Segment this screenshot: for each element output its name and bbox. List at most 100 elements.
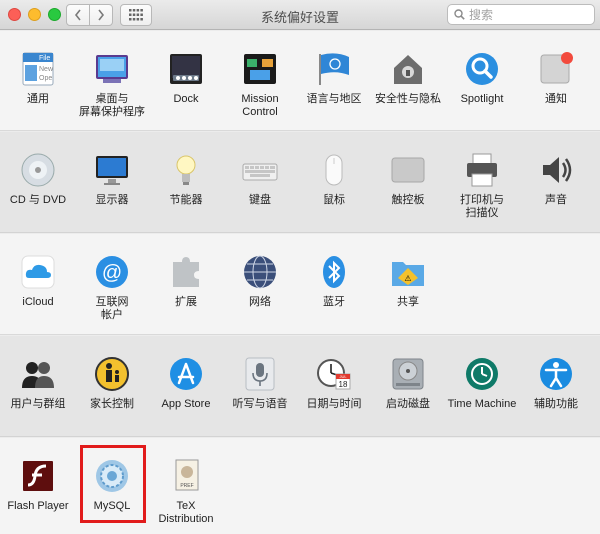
lightbulb-icon (168, 152, 204, 188)
pane-network[interactable]: 网络 (222, 254, 298, 309)
pane-internet-accounts[interactable]: @ 互联网 帐户 (74, 254, 150, 322)
pane-sound[interactable]: 声音 (518, 152, 594, 207)
bluetooth-icon (316, 254, 352, 290)
section-hardware: CD 与 DVD 显示器 节能器 键盘 鼠标 触控板 打印机与 扫描仪 声音 (0, 132, 600, 233)
globe-icon (242, 254, 278, 290)
search-placeholder: 搜索 (469, 8, 494, 22)
display-icon (94, 152, 130, 188)
svg-text:⚠: ⚠ (404, 274, 411, 283)
pane-language-region[interactable]: 语言与地区 (296, 51, 372, 106)
pane-label: 用户与群组 (10, 398, 66, 410)
pane-label: 通用 (27, 93, 49, 105)
search-icon (454, 9, 465, 20)
pane-mouse[interactable]: 鼠标 (296, 152, 372, 207)
pane-dock[interactable]: Dock (148, 51, 224, 106)
pane-label: 安全性与隐私 (375, 93, 441, 105)
pane-energy[interactable]: 节能器 (148, 152, 224, 207)
pane-label: Mission Control (241, 93, 279, 118)
pane-displays[interactable]: 显示器 (74, 152, 150, 207)
pane-general[interactable]: File New Ope 通用 (0, 51, 76, 106)
pane-keyboard[interactable]: 键盘 (222, 152, 298, 207)
pane-label: 辅助功能 (534, 398, 578, 410)
pane-printers[interactable]: 打印机与 扫描仪 (444, 152, 520, 220)
pane-startup-disk[interactable]: 启动磁盘 (370, 356, 446, 411)
at-icon: @ (94, 254, 130, 290)
calendar-month-text: JUL (339, 374, 347, 379)
pane-label: TeX Distribution (158, 500, 214, 525)
disc-icon (20, 152, 56, 188)
pane-label: 互联网 帐户 (95, 296, 129, 321)
pane-label: 语言与地区 (306, 93, 362, 105)
keyboard-icon (242, 152, 278, 188)
pane-desktop[interactable]: 桌面与 屏幕保护程序 (74, 51, 150, 119)
users-icon (20, 356, 56, 392)
mission-control-icon (242, 51, 278, 87)
speaker-icon (538, 152, 574, 188)
pane-bluetooth[interactable]: 蓝牙 (296, 254, 372, 309)
pane-label: 打印机与 扫描仪 (460, 194, 504, 219)
pane-app-store[interactable]: App Store (148, 356, 224, 411)
pane-label: 节能器 (169, 194, 203, 206)
pane-label: 通知 (545, 93, 567, 105)
pane-accessibility[interactable]: 辅助功能 (518, 356, 594, 411)
pane-notifications[interactable]: 通知 (518, 51, 594, 106)
pane-flash-player[interactable]: Flash Player (0, 458, 76, 513)
pane-time-machine[interactable]: Time Machine (444, 356, 520, 411)
pane-label: Time Machine (447, 398, 517, 410)
pane-label: 桌面与 屏幕保护程序 (79, 93, 145, 118)
calendar-day-text: 18 (339, 380, 348, 389)
pane-users-groups[interactable]: 用户与群组 (0, 356, 76, 411)
pane-parental-controls[interactable]: 家长控制 (74, 356, 150, 411)
notification-icon (538, 51, 574, 87)
pane-security[interactable]: 安全性与隐私 (370, 51, 446, 106)
pane-label: 鼠标 (323, 194, 345, 206)
svg-text:@: @ (102, 262, 122, 284)
general-new-text: New (39, 66, 54, 73)
forward-button[interactable] (89, 4, 113, 26)
trackpad-icon (390, 152, 426, 188)
desktop-screensaver-icon (94, 51, 130, 87)
puzzle-icon (168, 254, 204, 290)
pane-dictation-speech[interactable]: 听写与语音 (222, 356, 298, 411)
zoom-button[interactable] (48, 8, 61, 21)
pane-tex-distribution[interactable]: PREF TeX Distribution (148, 458, 224, 526)
mysql-highlight-box (80, 445, 146, 523)
section-system: 用户与群组 家长控制 App Store 听写与语音 JUL 18 日期与时间 启… (0, 336, 600, 437)
pane-trackpad[interactable]: 触控板 (370, 152, 446, 207)
flag-icon (316, 51, 352, 87)
pane-label: 网络 (249, 296, 271, 308)
pane-mission-control[interactable]: Mission Control (222, 51, 298, 119)
time-machine-icon (464, 356, 500, 392)
pane-extensions[interactable]: 扩展 (148, 254, 224, 309)
pane-sharing[interactable]: ⚠ 共享 (370, 254, 446, 309)
pane-label: 触控板 (391, 194, 425, 206)
search-input[interactable]: 搜索 (447, 4, 595, 25)
section-personal: File New Ope 通用 桌面与 屏幕保护程序 Dock Mission Co… (0, 31, 600, 131)
chevron-left-icon (74, 9, 81, 21)
show-all-button[interactable] (120, 4, 152, 26)
minimize-button[interactable] (28, 8, 41, 21)
parental-icon (94, 356, 130, 392)
pane-label: 显示器 (95, 194, 129, 206)
pane-label: 扩展 (175, 296, 197, 308)
chevron-right-icon (98, 9, 105, 21)
printer-icon (464, 152, 500, 188)
spotlight-icon (464, 51, 500, 87)
microphone-icon (242, 356, 278, 392)
general-ope-text: Ope (39, 75, 52, 82)
pane-icloud[interactable]: iCloud (0, 254, 76, 309)
general-icon: File New Ope (20, 51, 56, 87)
close-button[interactable] (8, 8, 21, 21)
app-store-icon (168, 356, 204, 392)
back-button[interactable] (66, 4, 90, 26)
pane-label: CD 与 DVD (9, 194, 67, 206)
pane-date-time[interactable]: JUL 18 日期与时间 (296, 356, 372, 411)
pane-spotlight[interactable]: Spotlight (444, 51, 520, 106)
hard-disk-icon (390, 356, 426, 392)
section-internet: iCloud @ 互联网 帐户 扩展 网络 蓝牙 ⚠ 共享 (0, 234, 600, 335)
grid-icon (129, 9, 143, 21)
dock-icon (168, 51, 204, 87)
pane-label: Dock (173, 93, 199, 105)
pane-cd-dvd[interactable]: CD 与 DVD (0, 152, 76, 207)
house-lock-icon (390, 51, 426, 87)
